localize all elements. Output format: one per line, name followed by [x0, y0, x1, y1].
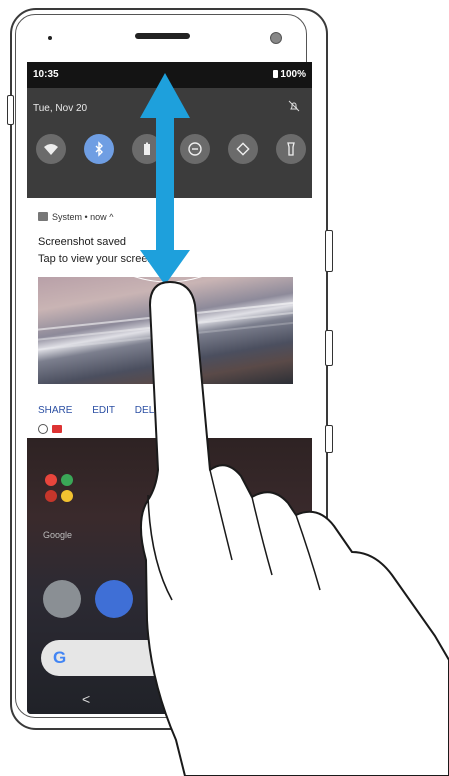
- preview-arc: [133, 277, 203, 283]
- phone-dialer-icon[interactable]: [43, 580, 81, 618]
- auto-rotate-icon[interactable]: [228, 134, 258, 164]
- share-button[interactable]: SHARE: [38, 405, 72, 416]
- notification-app: System: [52, 212, 83, 222]
- wifi-icon[interactable]: [36, 134, 66, 164]
- front-camera: [270, 32, 282, 44]
- back-nav-icon[interactable]: <: [82, 691, 90, 707]
- messages-icon[interactable]: [95, 580, 133, 618]
- google-search-bar[interactable]: G: [41, 640, 241, 676]
- status-battery: 100%: [273, 69, 306, 80]
- power-button: [325, 330, 333, 366]
- delete-button[interactable]: DELETE: [135, 405, 174, 416]
- notifications-off-icon[interactable]: [288, 100, 300, 112]
- notification-header: System • now ^: [38, 212, 113, 222]
- quick-settings-tiles: [36, 134, 306, 166]
- screen: 10:35 100% Tue, Nov 20 System • now ^ Sc…: [27, 62, 312, 714]
- gmail-icon: [52, 424, 62, 433]
- notification-small-icons: [38, 420, 62, 434]
- flashlight-icon[interactable]: [276, 134, 306, 164]
- google-logo-icon: G: [53, 648, 67, 667]
- battery-saver-icon[interactable]: [132, 134, 162, 164]
- notification-text: Tap to view your screenshot: [38, 253, 175, 265]
- google-folder[interactable]: [43, 472, 87, 516]
- notification-actions: SHARE EDIT DELETE: [38, 405, 191, 416]
- screenshot-preview[interactable]: [38, 277, 293, 384]
- volume-button: [325, 230, 333, 272]
- camera-button: [325, 425, 333, 453]
- status-bar: 10:35 100%: [27, 62, 312, 88]
- edit-button[interactable]: EDIT: [92, 405, 115, 416]
- battery-level: 100%: [280, 69, 306, 80]
- bluetooth-icon[interactable]: [84, 134, 114, 164]
- battery-icon: [273, 70, 279, 78]
- do-not-disturb-icon[interactable]: [180, 134, 210, 164]
- earpiece-speaker: [135, 33, 190, 39]
- screenshot-notification[interactable]: System • now ^ Screenshot saved Tap to v…: [27, 198, 312, 438]
- chevron-up-icon[interactable]: ^: [109, 212, 113, 222]
- sync-icon: [38, 423, 48, 434]
- phone-app-icon: [61, 474, 73, 486]
- folder-label: Google: [43, 530, 73, 540]
- sensor-dot: [48, 36, 52, 40]
- side-key: [7, 95, 14, 125]
- app-icon-red: [45, 490, 57, 502]
- image-icon: [38, 212, 48, 221]
- status-time: 10:35: [33, 69, 59, 80]
- app-icon-red: [45, 474, 57, 486]
- quick-settings-panel[interactable]: Tue, Nov 20: [27, 88, 312, 198]
- chrome-icon: [61, 490, 73, 502]
- notification-time: now: [90, 212, 107, 222]
- notification-title: Screenshot saved: [38, 236, 127, 248]
- qs-date: Tue, Nov 20: [33, 103, 88, 114]
